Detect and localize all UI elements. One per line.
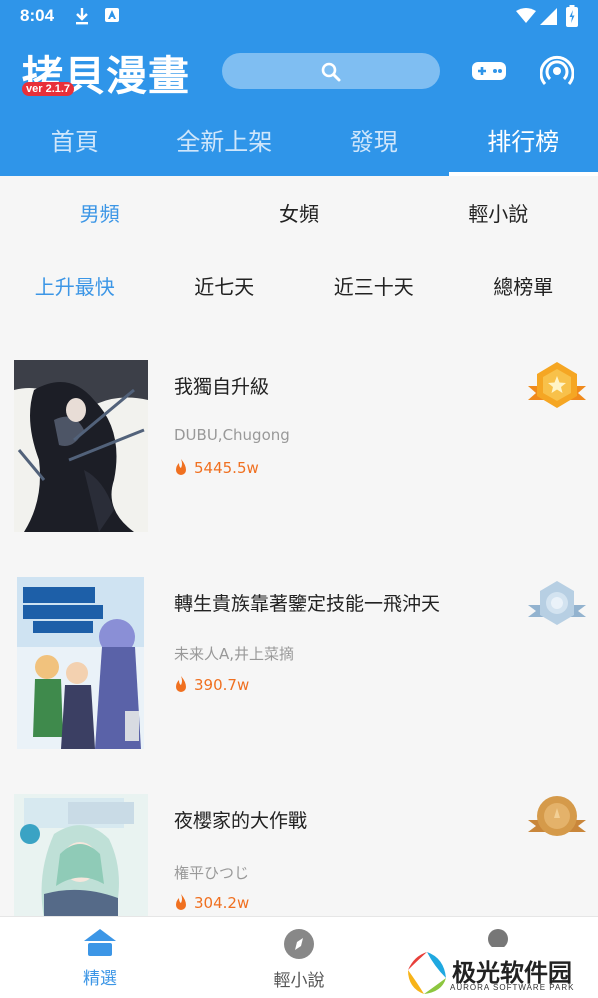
tab-ranking[interactable]: 排行榜	[449, 122, 598, 176]
nav-featured[interactable]: 精選	[70, 927, 130, 989]
gamepad-icon[interactable]	[471, 60, 507, 86]
heat-value: 390.7w	[194, 676, 250, 694]
period-rising[interactable]: 上升最快	[0, 252, 150, 322]
category-male[interactable]: 男頻	[0, 176, 199, 252]
status-bar: 8:04	[0, 0, 598, 34]
period-selector: 上升最快 近七天 近三十天 總榜單	[0, 252, 598, 322]
item-heat: 5445.5w	[174, 459, 259, 477]
period-30days[interactable]: 近三十天	[299, 252, 449, 322]
main-tabs: 首頁 全新上架 發現 排行榜	[0, 122, 598, 176]
wifi-icon	[516, 8, 536, 28]
item-author: 権平ひつじ	[174, 864, 250, 882]
fire-icon	[176, 894, 186, 910]
period-overall[interactable]: 總榜單	[449, 252, 598, 322]
silver-medal-icon	[528, 577, 586, 635]
watermark-sub: AURORA SOFTWARE PARK	[450, 983, 575, 992]
profile-icon	[488, 929, 508, 949]
item-heat: 390.7w	[174, 676, 249, 694]
cover-image[interactable]	[14, 360, 148, 532]
home-icon	[84, 929, 116, 956]
category-light-novel[interactable]: 輕小說	[399, 176, 598, 252]
download-icon	[74, 7, 90, 29]
item-title: 轉生貴族靠著鑒定技能一飛沖天	[174, 593, 441, 615]
category-female[interactable]: 女頻	[199, 176, 398, 252]
tab-discover[interactable]: 發現	[299, 122, 449, 176]
heat-value: 5445.5w	[194, 459, 259, 477]
aurora-logo-icon	[408, 952, 446, 994]
battery-icon	[566, 5, 578, 31]
list-item[interactable]: 我獨自升級 DUBU,Chugong 5445.5w	[0, 322, 598, 539]
search-bar[interactable]	[222, 53, 440, 89]
category-selector: 男頻 女頻 輕小說	[0, 176, 598, 252]
broadcast-icon[interactable]	[539, 55, 575, 91]
tab-new[interactable]: 全新上架	[150, 122, 300, 176]
gold-medal-icon	[528, 360, 586, 418]
compass-icon	[284, 929, 314, 959]
nav-light-novel-label: 輕小說	[273, 971, 325, 991]
bronze-medal-icon	[528, 794, 586, 852]
item-title: 我獨自升級	[174, 376, 270, 398]
fire-icon	[176, 459, 186, 475]
item-title: 夜櫻家的大作戰	[174, 810, 308, 832]
item-author: DUBU,Chugong	[174, 426, 290, 444]
nav-light-novel[interactable]: 輕小說	[268, 929, 330, 991]
cover-image[interactable]	[14, 794, 148, 918]
watermark: 极光软件园 AURORA SOFTWARE PARK	[398, 947, 598, 998]
cover-image[interactable]	[17, 577, 144, 749]
tab-home[interactable]: 首頁	[0, 122, 150, 176]
heat-value: 304.2w	[194, 894, 250, 912]
search-icon	[321, 62, 341, 82]
nav-featured-label: 精選	[83, 969, 117, 989]
period-7days[interactable]: 近七天	[150, 252, 300, 322]
app-header: 拷貝漫畫 ver 2.1.7 首頁 全新上架 發現 排行榜	[0, 34, 598, 176]
fire-icon	[176, 676, 186, 692]
app-notification-icon	[104, 7, 120, 27]
status-time: 8:04	[20, 6, 55, 25]
item-author: 未来人A,井上菜摘	[174, 645, 295, 663]
version-badge: ver 2.1.7	[22, 82, 75, 96]
item-heat: 304.2w	[174, 894, 249, 912]
list-item[interactable]: 轉生貴族靠著鑒定技能一飛沖天 未来人A,井上菜摘 390.7w	[0, 539, 598, 756]
signal-icon	[540, 8, 558, 29]
